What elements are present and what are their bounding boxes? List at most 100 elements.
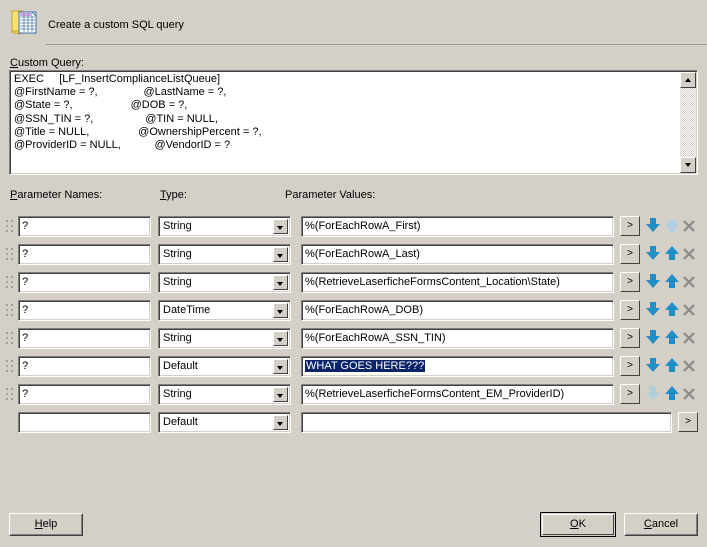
query-vertical-scrollbar[interactable] [680,72,696,173]
parameter-value-text: %(ForEachRowA_SSN_TIN) [305,332,446,344]
delete-x-icon[interactable] [682,219,698,237]
row-drag-handle[interactable] [6,276,13,288]
parameter-type-select[interactable]: DateTime [158,300,291,321]
move-down-arrow-icon [645,385,661,403]
parameter-value-expand-button[interactable]: > [620,272,640,292]
parameter-value-expand-button[interactable]: > [620,356,640,376]
parameter-value-text: %(RetrieveLaserficheFormsContent_EM_Prov… [305,388,565,400]
parameter-name-input[interactable]: ? [18,356,151,377]
move-up-arrow-icon[interactable] [664,273,680,291]
parameter-type-value: String [163,276,192,288]
help-button[interactable]: Help [9,513,83,536]
row-drag-handle[interactable] [6,304,13,316]
parameter-name-input[interactable]: ? [18,384,151,405]
parameter-type-select[interactable]: String [158,216,291,237]
parameter-value-text: %(ForEachRowA_First) [305,220,421,232]
parameter-name-value: ? [22,248,29,260]
parameter-name-value: ? [22,388,29,400]
ok-button[interactable]: OK [540,512,616,537]
move-down-arrow-icon[interactable] [645,301,661,319]
scroll-down-arrow-icon[interactable] [680,157,696,173]
dialog-header: Create a custom SQL query [0,0,707,45]
parameter-type-value: Default [163,416,198,428]
parameter-name-input[interactable]: ? [18,272,151,293]
parameter-value-input[interactable]: %(ForEachRowA_Last) [301,244,614,265]
parameter-value-input[interactable]: %(ForEachRowA_SSN_TIN) [301,328,614,349]
chevron-down-icon[interactable] [273,415,288,430]
parameter-value-expand-button[interactable]: > [620,384,640,404]
parameter-type-select[interactable]: String [158,244,291,265]
parameter-name-input[interactable]: ? [18,244,151,265]
cancel-button[interactable]: Cancel [624,513,698,536]
parameter-value-input[interactable]: %(ForEachRowA_DOB) [301,300,614,321]
chevron-down-icon[interactable] [273,275,288,290]
parameter-name-input[interactable]: ? [18,216,151,237]
delete-x-icon[interactable] [682,331,698,349]
custom-query-label: Custom Query: [10,57,84,69]
parameter-value-expand-button[interactable]: > [620,300,640,320]
parameter-name-value: ? [22,332,29,344]
parameter-values-label: Parameter Values: [285,189,376,201]
parameter-value-input[interactable]: WHAT GOES HERE??? [301,356,614,377]
move-up-arrow-icon[interactable] [664,357,680,375]
move-up-arrow-icon[interactable] [664,385,680,403]
move-down-arrow-icon[interactable] [645,329,661,347]
move-up-arrow-icon[interactable] [664,245,680,263]
parameter-row: ? Default WHAT GOES HERE??? > [0,352,707,380]
move-up-arrow-icon[interactable] [664,301,680,319]
delete-x-icon[interactable] [682,275,698,293]
custom-query-text[interactable]: EXEC [LF_InsertComplianceListQueue] @Fir… [14,73,674,152]
move-up-arrow-icon[interactable] [664,329,680,347]
parameter-type-select[interactable]: Default [158,356,291,377]
parameter-type-value: String [163,220,192,232]
type-label: Type: [160,189,187,201]
parameter-row: ? String %(RetrieveLaserficheFormsContent_… [0,268,707,296]
parameter-value-text: WHAT GOES HERE??? [305,360,426,372]
move-down-arrow-icon[interactable] [645,217,661,235]
row-drag-handle[interactable] [6,360,13,372]
parameter-value-expand-button[interactable]: > [678,412,698,432]
row-drag-handle[interactable] [6,248,13,260]
row-drag-handle[interactable] [6,220,13,232]
parameter-name-value: ? [22,304,29,316]
chevron-down-icon[interactable] [273,331,288,346]
delete-x-icon[interactable] [682,247,698,265]
parameter-name-value: ? [22,276,29,288]
parameter-value-text: %(ForEachRowA_Last) [305,248,420,260]
custom-query-textarea[interactable]: EXEC [LF_InsertComplianceListQueue] @Fir… [9,70,698,175]
parameter-value-expand-button[interactable]: > [620,244,640,264]
parameter-type-select[interactable]: String [158,384,291,405]
scroll-up-arrow-icon[interactable] [680,72,696,88]
parameter-value-expand-button[interactable]: > [620,216,640,236]
move-down-arrow-icon[interactable] [645,273,661,291]
chevron-down-icon[interactable] [273,247,288,262]
row-drag-handle[interactable] [6,332,13,344]
delete-x-icon[interactable] [682,359,698,377]
parameter-type-select[interactable]: Default [158,412,291,433]
delete-x-icon[interactable] [682,387,698,405]
parameter-value-text: %(RetrieveLaserficheFormsContent_Locatio… [305,276,560,288]
row-drag-handle[interactable] [6,388,13,400]
chevron-down-icon[interactable] [273,219,288,234]
parameter-row: Default > [0,408,707,436]
parameter-type-value: String [163,248,192,260]
parameter-name-input[interactable]: ? [18,328,151,349]
parameter-value-expand-button[interactable]: > [620,328,640,348]
chevron-down-icon[interactable] [273,387,288,402]
parameter-value-input[interactable]: %(RetrieveLaserficheFormsContent_EM_Prov… [301,384,614,405]
chevron-down-icon[interactable] [273,359,288,374]
parameter-value-input[interactable] [301,412,672,433]
parameter-type-value: Default [163,360,198,372]
parameter-value-input[interactable]: %(RetrieveLaserficheFormsContent_Locatio… [301,272,614,293]
parameter-name-input[interactable] [18,412,151,433]
parameter-value-input[interactable]: %(ForEachRowA_First) [301,216,614,237]
move-down-arrow-icon[interactable] [645,245,661,263]
chevron-down-icon[interactable] [273,303,288,318]
parameter-type-select[interactable]: String [158,272,291,293]
parameter-name-value: ? [22,360,29,372]
parameter-name-input[interactable]: ? [18,300,151,321]
delete-x-icon[interactable] [682,303,698,321]
parameter-value-text: %(ForEachRowA_DOB) [305,304,423,316]
move-down-arrow-icon[interactable] [645,357,661,375]
parameter-type-select[interactable]: String [158,328,291,349]
